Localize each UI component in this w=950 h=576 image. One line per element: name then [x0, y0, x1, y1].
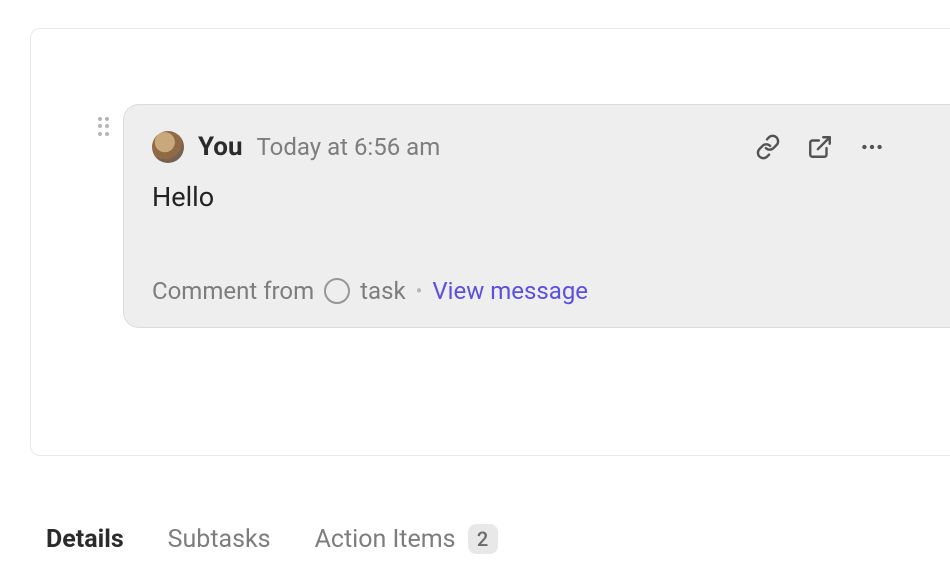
- task-status-icon[interactable]: [324, 278, 350, 304]
- avatar[interactable]: [152, 131, 184, 163]
- drag-handle-icon[interactable]: [98, 117, 110, 137]
- open-external-icon[interactable]: [806, 133, 834, 161]
- tab-details[interactable]: Details: [46, 525, 124, 554]
- action-items-count-badge: 2: [468, 524, 498, 554]
- comments-panel: You Today at 6:56 am: [30, 28, 950, 456]
- tab-bar: Details Subtasks Action Items 2: [46, 524, 498, 554]
- tab-subtasks-label: Subtasks: [168, 525, 271, 554]
- separator-dot: •: [416, 279, 423, 303]
- comment-author: You: [198, 132, 243, 162]
- comment-source-type: task: [360, 277, 405, 305]
- comment-body: Hello: [124, 163, 950, 213]
- tab-details-label: Details: [46, 525, 124, 554]
- comment-source: Comment from task • View message: [152, 277, 588, 305]
- comment-timestamp: Today at 6:56 am: [257, 133, 441, 161]
- comment-card: You Today at 6:56 am: [123, 104, 950, 328]
- comment-source-prefix: Comment from: [152, 277, 314, 305]
- comment-actions: [754, 133, 922, 161]
- more-icon[interactable]: [858, 133, 886, 161]
- view-message-link[interactable]: View message: [432, 277, 588, 305]
- copy-link-icon[interactable]: [754, 133, 782, 161]
- tab-action-items-label: Action Items: [315, 525, 456, 554]
- tab-action-items[interactable]: Action Items 2: [315, 524, 498, 554]
- tab-subtasks[interactable]: Subtasks: [168, 525, 271, 554]
- comment-header: You Today at 6:56 am: [124, 105, 950, 163]
